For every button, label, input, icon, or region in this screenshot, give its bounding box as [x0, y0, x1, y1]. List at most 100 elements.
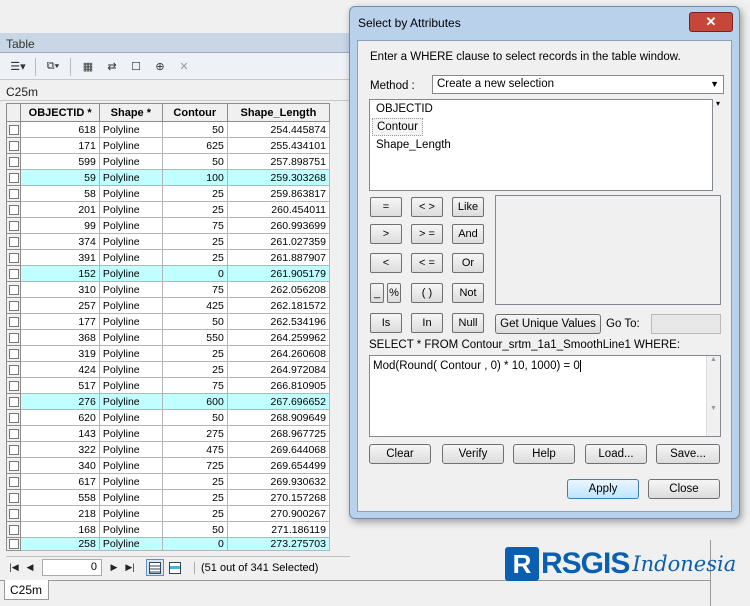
- table-options-icon[interactable]: ☰▾: [8, 58, 28, 76]
- row-selector[interactable]: [5, 313, 22, 330]
- operator-or-button[interactable]: Or: [452, 253, 484, 273]
- row-selector[interactable]: [5, 169, 22, 186]
- cell-objectid[interactable]: 618: [20, 121, 100, 138]
- cell-shape[interactable]: Polyline: [98, 441, 163, 458]
- method-dropdown[interactable]: Create a new selection ▼: [432, 75, 724, 94]
- cell-contour[interactable]: 25: [161, 473, 228, 490]
- table-row[interactable]: 618 Polyline 50 254.445874: [5, 121, 331, 138]
- table-row[interactable]: 340 Polyline 725 269.654499: [5, 457, 331, 474]
- switch-selection-icon[interactable]: ⇄: [102, 58, 122, 76]
- cell-shape-length[interactable]: 255.434101: [226, 137, 331, 154]
- column-header-objectid[interactable]: OBJECTID *: [20, 103, 100, 122]
- cell-objectid[interactable]: 201: [20, 201, 100, 218]
- cell-objectid[interactable]: 143: [20, 425, 100, 442]
- table-row[interactable]: 374 Polyline 25 261.027359: [5, 233, 331, 250]
- cell-shape[interactable]: Polyline: [98, 521, 163, 538]
- cell-shape-length[interactable]: 261.027359: [226, 233, 331, 250]
- cell-contour[interactable]: 25: [161, 345, 228, 362]
- cell-contour[interactable]: 50: [161, 121, 228, 138]
- cell-objectid[interactable]: 276: [20, 393, 100, 410]
- list-scroll-arrow-icon[interactable]: ▾: [716, 99, 720, 108]
- field-item-shape-length[interactable]: Shape_Length: [370, 136, 712, 154]
- cell-shape-length[interactable]: 264.260608: [226, 345, 331, 362]
- operator-not-button[interactable]: Not: [452, 283, 484, 303]
- row-selector[interactable]: [5, 409, 22, 426]
- get-unique-values-button[interactable]: Get Unique Values: [495, 314, 601, 334]
- select-by-attributes-icon[interactable]: ▦: [78, 58, 98, 76]
- row-selector[interactable]: [5, 505, 22, 522]
- cell-objectid[interactable]: 258: [20, 537, 100, 551]
- cell-shape[interactable]: Polyline: [98, 473, 163, 490]
- cell-shape-length[interactable]: 262.181572: [226, 297, 331, 314]
- cell-shape-length[interactable]: 270.900267: [226, 505, 331, 522]
- cell-shape-length[interactable]: 268.909649: [226, 409, 331, 426]
- cell-contour[interactable]: 25: [161, 233, 228, 250]
- table-row[interactable]: 599 Polyline 50 257.898751: [5, 153, 331, 170]
- cell-shape[interactable]: Polyline: [98, 265, 163, 282]
- cell-contour[interactable]: 0: [161, 537, 228, 551]
- previous-record-button[interactable]: ◀: [22, 562, 38, 573]
- row-selector[interactable]: [5, 137, 22, 154]
- cell-contour[interactable]: 50: [161, 313, 228, 330]
- operator-is-button[interactable]: Is: [370, 313, 402, 333]
- cell-shape[interactable]: Polyline: [98, 489, 163, 506]
- cell-shape-length[interactable]: 269.930632: [226, 473, 331, 490]
- cell-contour[interactable]: 600: [161, 393, 228, 410]
- table-row[interactable]: 617 Polyline 25 269.930632: [5, 473, 331, 490]
- row-selector[interactable]: [5, 377, 22, 394]
- field-item-objectid[interactable]: OBJECTID: [370, 100, 712, 118]
- cell-contour[interactable]: 50: [161, 409, 228, 426]
- row-selector[interactable]: [5, 361, 22, 378]
- cell-objectid[interactable]: 558: [20, 489, 100, 506]
- cell-objectid[interactable]: 599: [20, 153, 100, 170]
- row-selector[interactable]: [5, 489, 22, 506]
- row-selector[interactable]: [5, 249, 22, 266]
- table-row[interactable]: 58 Polyline 25 259.863817: [5, 185, 331, 202]
- help-button[interactable]: Help: [513, 444, 575, 464]
- table-row[interactable]: 257 Polyline 425 262.181572: [5, 297, 331, 314]
- operator-less-equal-button[interactable]: < =: [411, 253, 443, 273]
- row-selector[interactable]: [5, 345, 22, 362]
- cell-shape[interactable]: Polyline: [98, 169, 163, 186]
- cell-objectid[interactable]: 177: [20, 313, 100, 330]
- table-row[interactable]: 310 Polyline 75 262.056208: [5, 281, 331, 298]
- operator-equals-button[interactable]: =: [370, 197, 402, 217]
- row-selector[interactable]: [5, 393, 22, 410]
- table-row[interactable]: 319 Polyline 25 264.260608: [5, 345, 331, 362]
- operator-less-button[interactable]: <: [370, 253, 402, 273]
- field-list[interactable]: OBJECTID Contour Shape_Length: [369, 99, 713, 191]
- cell-contour[interactable]: 100: [161, 169, 228, 186]
- cell-shape-length[interactable]: 271.186119: [226, 521, 331, 538]
- table-row[interactable]: 143 Polyline 275 268.967725: [5, 425, 331, 442]
- row-selector[interactable]: [5, 473, 22, 490]
- cell-shape[interactable]: Polyline: [98, 281, 163, 298]
- unique-values-list[interactable]: [495, 195, 721, 305]
- row-selector[interactable]: [5, 121, 22, 138]
- cell-objectid[interactable]: 517: [20, 377, 100, 394]
- cell-shape-length[interactable]: 266.810905: [226, 377, 331, 394]
- cell-shape-length[interactable]: 270.157268: [226, 489, 331, 506]
- table-row[interactable]: 152 Polyline 0 261.905179: [5, 265, 331, 282]
- cell-objectid[interactable]: 310: [20, 281, 100, 298]
- save-button[interactable]: Save...: [656, 444, 720, 464]
- clear-button[interactable]: Clear: [369, 444, 431, 464]
- cell-shape-length[interactable]: 264.972084: [226, 361, 331, 378]
- cell-shape[interactable]: Polyline: [98, 297, 163, 314]
- cell-shape[interactable]: Polyline: [98, 409, 163, 426]
- table-row[interactable]: 99 Polyline 75 260.993699: [5, 217, 331, 234]
- cell-contour[interactable]: 50: [161, 153, 228, 170]
- cell-shape[interactable]: Polyline: [98, 361, 163, 378]
- cell-shape-length[interactable]: 254.445874: [226, 121, 331, 138]
- column-header-shape-length[interactable]: Shape_Length: [226, 103, 331, 122]
- table-row[interactable]: 322 Polyline 475 269.644068: [5, 441, 331, 458]
- load-button[interactable]: Load...: [585, 444, 647, 464]
- wildcard-underscore-button[interactable]: _: [370, 283, 384, 303]
- last-record-button[interactable]: ▶|: [122, 562, 138, 573]
- cell-shape[interactable]: Polyline: [98, 537, 163, 551]
- cell-shape-length[interactable]: 261.905179: [226, 265, 331, 282]
- table-row[interactable]: 424 Polyline 25 264.972084: [5, 361, 331, 378]
- row-selector[interactable]: [5, 537, 22, 551]
- operator-and-button[interactable]: And: [452, 224, 484, 244]
- cell-shape-length[interactable]: 259.863817: [226, 185, 331, 202]
- delete-selected-icon[interactable]: ✕: [174, 58, 194, 76]
